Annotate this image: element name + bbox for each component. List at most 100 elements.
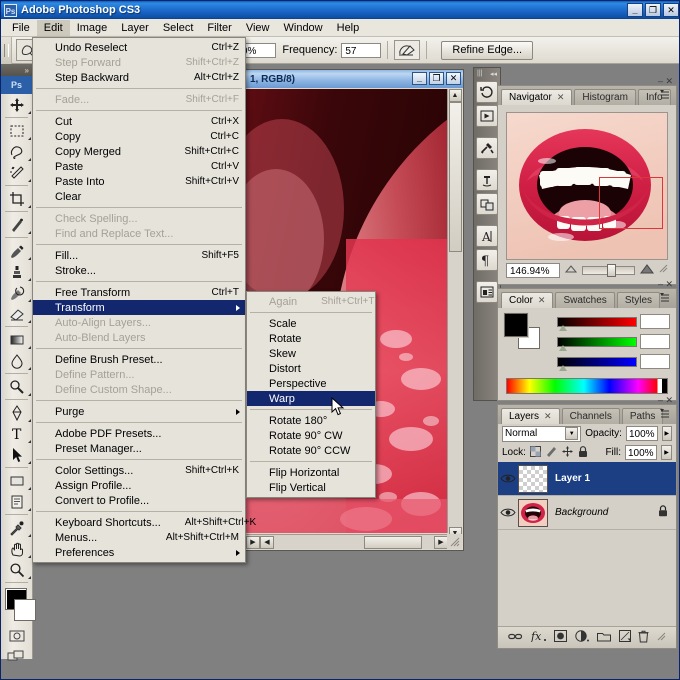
path-selection-tool[interactable] [1,444,32,465]
clone-source-panel-icon[interactable] [476,193,498,215]
navigator-view-box[interactable] [599,177,663,229]
layer-mask-icon[interactable] [554,630,568,645]
lasso-tool[interactable] [1,141,32,162]
history-brush-tool[interactable] [1,282,32,303]
lock-all-icon[interactable] [578,445,588,460]
menu-item-scale[interactable]: Scale [247,316,375,331]
scroll-right-button[interactable]: ▶ [434,535,448,549]
menu-item-fill[interactable]: Fill... Shift+F5 [33,248,245,263]
vertical-scroll-thumb[interactable] [448,102,462,252]
lock-position-icon[interactable] [561,445,573,460]
close-icon[interactable]: ✕ [557,92,565,103]
close-icon[interactable]: ✕ [538,295,546,306]
layer-thumbnail[interactable] [518,464,548,493]
navigator-panel-menu-icon[interactable] [659,88,673,101]
menu-item-perspective[interactable]: Perspective [247,376,375,391]
menu-item-stroke[interactable]: Stroke... [33,263,245,278]
layer-row[interactable]: Layer 1 [498,462,676,496]
refine-edge-button[interactable]: Refine Edge... [441,40,534,60]
panel-minimize-close-icon[interactable]: – ✕ [658,279,673,290]
document-close-button[interactable]: ✕ [446,72,461,85]
lock-transparency-icon[interactable] [529,445,541,460]
layers-tab-channels[interactable]: Channels [561,408,620,424]
menu-select[interactable]: Select [156,20,201,36]
menu-item-preset-manager[interactable]: Preset Manager... [33,441,245,456]
clone-stamp-tool[interactable] [1,261,32,282]
delete-layer-icon[interactable] [638,630,649,646]
channel-slider-b[interactable] [557,356,637,371]
blur-tool[interactable] [1,350,32,371]
quick-mask-icon[interactable] [1,626,32,646]
new-group-icon[interactable] [596,631,611,645]
menu-item-skew[interactable]: Skew [247,346,375,361]
paragraph-panel-icon[interactable]: ¶ [476,249,498,271]
menu-item-assign-profile[interactable]: Assign Profile... [33,478,245,493]
menu-item-transform[interactable]: Transform [33,300,245,315]
layer-style-fx-icon[interactable]: fx [530,630,547,645]
options-bar-grip[interactable] [1,36,12,64]
layer-visibility-eye-icon[interactable] [498,473,518,484]
color-foreground-swatch[interactable] [504,313,528,337]
color-tab-styles[interactable]: Styles [616,292,661,308]
menu-item-step-backward[interactable]: Step Backward Alt+Ctrl+Z [33,70,245,85]
fill-slider-arrow-icon[interactable]: ▶ [661,445,672,460]
screen-mode-icon[interactable] [1,646,32,666]
zoom-slider[interactable] [582,263,635,277]
menu-item-rotate-90-cw[interactable]: Rotate 90° CW [247,428,375,443]
document-minimize-button[interactable]: _ [412,72,427,85]
menu-item-rotate[interactable]: Rotate [247,331,375,346]
brush-tool[interactable] [1,240,32,261]
panel-minimize-close-icon[interactable]: – ✕ [658,395,673,406]
menu-item-paste-into[interactable]: Paste Into Shift+Ctrl+V [33,174,245,189]
layers-tab-paths[interactable]: Paths [621,408,664,424]
pen-tool[interactable] [1,402,32,423]
menu-item-paste[interactable]: Paste Ctrl+V [33,159,245,174]
menu-item-distort[interactable]: Distort [247,361,375,376]
menu-item-copy[interactable]: Copy Ctrl+C [33,129,245,144]
menu-item-clear[interactable]: Clear [33,189,245,204]
channel-slider-thumb[interactable] [559,324,567,331]
character-panel-icon[interactable]: A [476,225,498,247]
dock-grip[interactable]: ||| ◂◂ [476,68,498,79]
eraser-tool[interactable] [1,303,32,324]
zoom-slider-knob[interactable] [607,263,617,277]
canvas-horizontal-scrollbar[interactable]: ▶ ◀ ▶ [246,534,448,549]
close-button[interactable]: ✕ [663,3,679,17]
menu-help[interactable]: Help [330,20,367,36]
layer-visibility-eye-icon[interactable] [498,507,518,518]
navigator-thumbnail[interactable] [506,112,668,260]
menu-item-copy-merged[interactable]: Copy Merged Shift+Ctrl+C [33,144,245,159]
menu-item-rotate-180[interactable]: Rotate 180° [247,413,375,428]
channel-slider-thumb[interactable] [559,364,567,371]
opacity-input[interactable]: 100% [625,426,658,441]
crop-tool[interactable] [1,188,32,209]
background-color-swatch[interactable] [14,599,36,621]
type-tool[interactable]: T [1,423,32,444]
close-icon[interactable]: ✕ [544,411,552,422]
chevron-down-icon[interactable]: ▼ [565,427,579,440]
navigator-tab-navigator[interactable]: Navigator ✕ [501,89,573,105]
move-tool[interactable] [1,94,32,115]
layer-row[interactable]: Background [498,496,676,530]
tool-presets-panel-icon[interactable] [476,137,498,159]
menu-item-preferences[interactable]: Preferences [33,545,245,560]
layers-panel-menu-icon[interactable] [659,407,673,420]
menu-view[interactable]: View [239,20,277,36]
blend-mode-select[interactable]: Normal ▼ [502,425,582,442]
layers-tab-layers[interactable]: Layers ✕ [501,408,560,424]
actions-panel-icon[interactable] [476,105,498,127]
document-maximize-button[interactable]: ❐ [429,72,444,85]
canvas-vertical-scrollbar[interactable]: ▲ ▼ [447,89,462,540]
zoom-level-input[interactable]: 146.94% [506,262,560,278]
channel-value-b[interactable] [640,354,670,369]
color-spectrum-ramp[interactable] [506,378,668,394]
panel-minimize-close-icon[interactable]: – ✕ [658,76,673,87]
layer-thumbnail[interactable] [518,498,548,527]
menu-layer[interactable]: Layer [114,20,156,36]
zoom-tool[interactable] [1,559,32,580]
navigator-tab-histogram[interactable]: Histogram [574,89,636,105]
zoom-out-icon[interactable] [564,264,578,276]
menu-item-rotate-90-ccw[interactable]: Rotate 90° CCW [247,443,375,458]
notes-tool[interactable] [1,491,32,512]
toolbox-collapse-grip[interactable]: » [1,64,32,76]
